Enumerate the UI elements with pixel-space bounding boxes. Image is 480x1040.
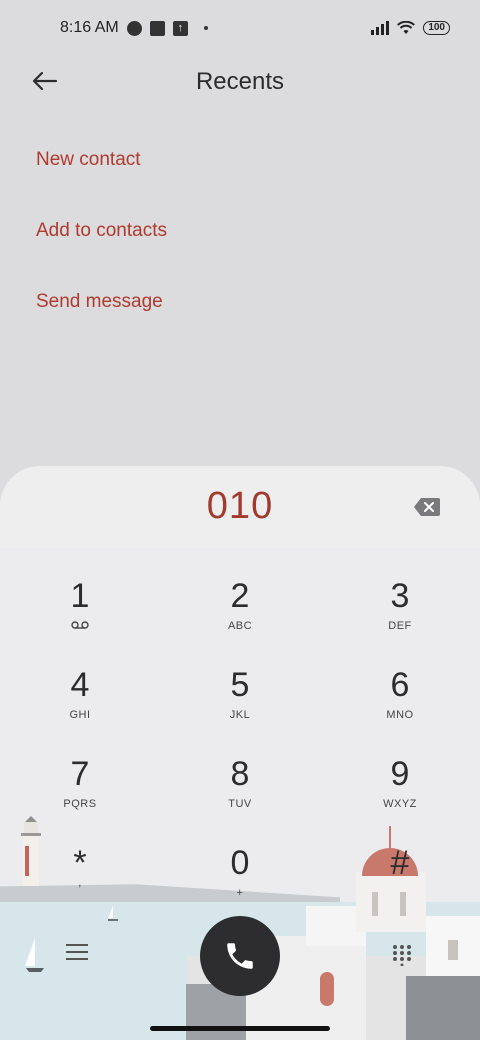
key-7[interactable]: 7 PQRS [20, 754, 140, 834]
status-left: 8:16 AM ↑ [60, 19, 208, 37]
add-to-contacts-link[interactable]: Add to contacts [36, 201, 167, 272]
key-4[interactable]: 4 GHI [20, 665, 140, 745]
status-right: 100 [371, 21, 450, 35]
options-menu: New contact Add to contacts Send message [36, 130, 167, 343]
page-title: Recents [195, 68, 285, 95]
key-letters: ABC [227, 620, 253, 632]
key-letters: + [236, 887, 244, 899]
key-1[interactable]: 1 [20, 576, 140, 656]
key-6[interactable]: 6 MNO [340, 665, 460, 745]
call-button[interactable] [200, 916, 280, 996]
key-letters: , [78, 877, 82, 889]
home-indicator[interactable] [150, 1026, 330, 1031]
key-2[interactable]: 2 ABC [180, 576, 300, 656]
sailboat-illustration [25, 938, 44, 972]
key-digit: 1 [70, 577, 90, 615]
key-digit: 9 [390, 755, 410, 793]
app-icon [126, 20, 142, 36]
key-digit: 4 [70, 666, 90, 704]
key-8[interactable]: 8 TUV [180, 754, 300, 834]
square-icon [149, 20, 165, 36]
number-display-bar: 010 [0, 466, 480, 548]
key-letters: JKL [229, 709, 251, 721]
key-letters: GHI [69, 709, 91, 721]
key-digit: 8 [230, 755, 250, 793]
key-letters: PQRS [63, 798, 97, 810]
header: Recents [0, 56, 480, 108]
signal-icon [371, 21, 390, 35]
key-hash[interactable]: # [340, 843, 460, 923]
new-contact-link[interactable]: New contact [36, 130, 167, 201]
key-5[interactable]: 5 JKL [180, 665, 300, 745]
menu-icon[interactable] [66, 944, 88, 962]
key-digit: # [390, 844, 410, 882]
key-3[interactable]: 3 DEF [340, 576, 460, 656]
key-digit: 3 [390, 577, 410, 615]
key-0[interactable]: 0 + [180, 843, 300, 923]
key-9[interactable]: 9 WXYZ [340, 754, 460, 834]
key-digit: 5 [230, 666, 250, 704]
wifi-icon [397, 21, 416, 34]
voicemail-icon [71, 621, 89, 629]
key-digit: 6 [390, 666, 410, 704]
dialpad-grid-icon[interactable] [392, 944, 412, 966]
key-letters: MNO [386, 709, 414, 721]
key-letters: WXYZ [383, 798, 417, 810]
key-letters: DEF [388, 620, 412, 632]
send-message-link[interactable]: Send message [36, 272, 167, 343]
phone-icon [227, 943, 253, 969]
key-digit: 7 [70, 755, 90, 793]
key-letters: TUV [228, 798, 252, 810]
upload-icon: ↑ [172, 20, 188, 36]
key-star[interactable]: * , [20, 843, 140, 923]
backspace-icon[interactable] [414, 498, 440, 516]
key-digit: 0 [230, 844, 250, 882]
status-time: 8:16 AM [60, 19, 119, 36]
dialed-number: 010 [206, 485, 274, 527]
status-bar: 8:16 AM ↑ 100 [0, 0, 480, 56]
battery-icon: 100 [423, 21, 450, 35]
dot-icon [203, 26, 208, 30]
key-digit: 2 [230, 577, 250, 615]
